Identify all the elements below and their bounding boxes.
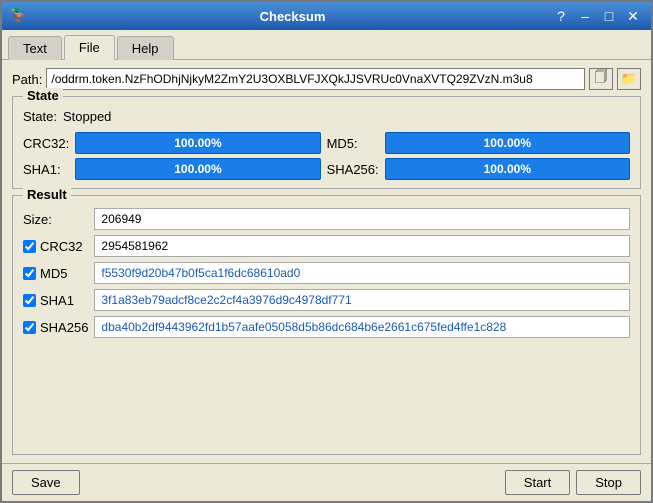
- save-button[interactable]: Save: [12, 470, 80, 495]
- close-button[interactable]: ✕: [623, 8, 643, 25]
- md5-checkbox[interactable]: [23, 267, 36, 280]
- folder-icon: 📁: [621, 71, 637, 87]
- state-row: State: Stopped: [23, 109, 630, 124]
- result-grid: Size: CRC32 MD5 SHA1: [23, 208, 630, 338]
- minimize-button[interactable]: –: [575, 8, 595, 25]
- path-label: Path:: [12, 72, 42, 87]
- browse-button[interactable]: 📁: [617, 68, 641, 90]
- window-title: Checksum: [34, 9, 551, 24]
- sha1-checkbox[interactable]: [23, 294, 36, 307]
- result-panel: Result Size: CRC32 MD5: [12, 195, 641, 455]
- state-value: Stopped: [63, 109, 111, 124]
- size-label: Size:: [23, 212, 88, 227]
- sha1-progress: 100.00%: [75, 158, 320, 180]
- sha256-input[interactable]: [94, 316, 630, 338]
- path-row: Path: 🗍 📁: [12, 68, 641, 90]
- state-panel: State State: Stopped CRC32: 100.00% MD5:…: [12, 96, 641, 189]
- crc32-label: CRC32:: [23, 136, 69, 151]
- sha256-checkbox[interactable]: [23, 321, 36, 334]
- result-panel-title: Result: [23, 187, 71, 202]
- sha256-progress: 100.00%: [385, 158, 630, 180]
- copy-icon: 🗍: [595, 68, 608, 90]
- tab-help[interactable]: Help: [117, 36, 174, 60]
- state-panel-title: State: [23, 88, 63, 103]
- main-window: 🦆 Checksum ? – □ ✕ Text File Help Path: …: [0, 0, 653, 503]
- crc32-checkbox[interactable]: [23, 240, 36, 253]
- md5-result-label: MD5: [40, 266, 67, 281]
- crc32-result-label: CRC32: [40, 239, 83, 254]
- tab-file[interactable]: File: [64, 35, 115, 60]
- crc32-progress: 100.00%: [75, 132, 320, 154]
- app-icon: 🦆: [10, 7, 28, 25]
- md5-checkbox-label[interactable]: MD5: [23, 266, 88, 281]
- crc32-checkbox-label[interactable]: CRC32: [23, 239, 88, 254]
- stop-button[interactable]: Stop: [576, 470, 641, 495]
- sha1-result-label: SHA1: [40, 293, 74, 308]
- state-label: State:: [23, 109, 57, 124]
- help-button[interactable]: ?: [551, 8, 571, 25]
- start-button[interactable]: Start: [505, 470, 570, 495]
- sha256-checkbox-label[interactable]: SHA256: [23, 320, 88, 335]
- md5-input[interactable]: [94, 262, 630, 284]
- maximize-button[interactable]: □: [599, 8, 619, 25]
- md5-progress: 100.00%: [385, 132, 630, 154]
- main-content: Path: 🗍 📁 State State: Stopped CRC32: 10…: [2, 60, 651, 463]
- title-controls: ? – □ ✕: [551, 8, 643, 25]
- sha1-checkbox-label[interactable]: SHA1: [23, 293, 88, 308]
- bottom-bar: Save Start Stop: [2, 463, 651, 501]
- sha256-label: SHA256:: [327, 162, 379, 177]
- sha1-input[interactable]: [94, 289, 630, 311]
- title-bar: 🦆 Checksum ? – □ ✕: [2, 2, 651, 30]
- crc32-input[interactable]: [94, 235, 630, 257]
- path-input[interactable]: [46, 68, 585, 90]
- tab-bar: Text File Help: [2, 30, 651, 60]
- progress-grid: CRC32: 100.00% MD5: 100.00% SHA1: 100.00…: [23, 132, 630, 180]
- sha256-result-label: SHA256: [40, 320, 88, 335]
- tab-text[interactable]: Text: [8, 36, 62, 60]
- copy-path-button[interactable]: 🗍: [589, 68, 613, 90]
- sha1-label: SHA1:: [23, 162, 69, 177]
- size-input[interactable]: [94, 208, 630, 230]
- action-buttons: Start Stop: [505, 470, 641, 495]
- md5-label: MD5:: [327, 136, 379, 151]
